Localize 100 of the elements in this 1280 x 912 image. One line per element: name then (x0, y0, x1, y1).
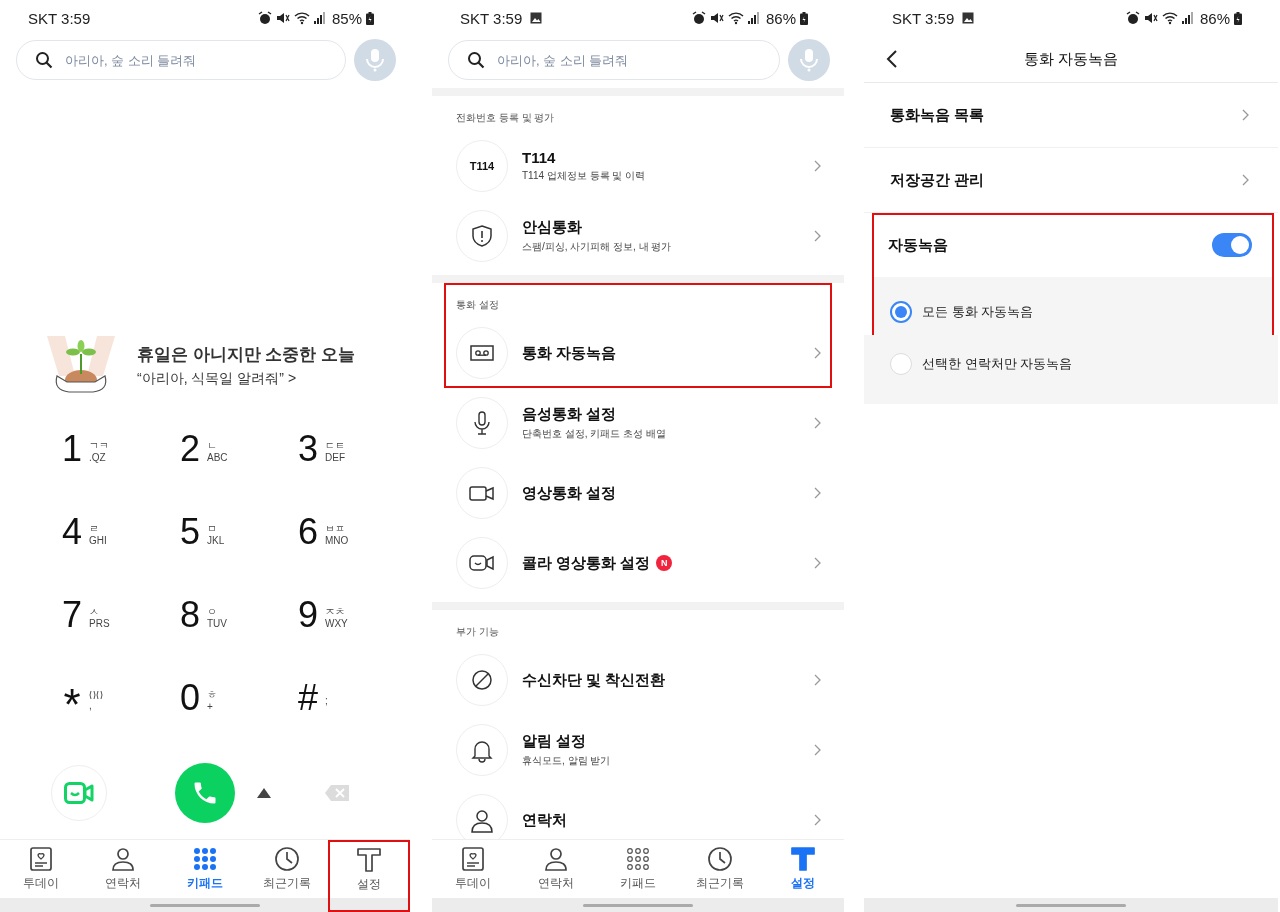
item-title: 음성통화 설정 (522, 405, 617, 424)
chevron-right-icon (814, 230, 822, 242)
search-field[interactable]: 아리아, 숲 소리 들려줘 (63, 51, 327, 69)
chevron-right-icon (814, 557, 822, 569)
chevron-right-icon (1242, 174, 1250, 186)
pause-wave-icon (89, 689, 103, 700)
battery-percent: 86% (765, 9, 796, 27)
heart-card-icon (460, 846, 487, 872)
battery-icon (366, 11, 374, 25)
signal-icon (1181, 12, 1194, 24)
chevron-right-icon (814, 744, 822, 756)
banner-title: 휴일은 아니지만 소중한 오늘 (137, 343, 356, 366)
video-camera-icon (64, 782, 94, 804)
settings-item[interactable]: 통화녹음 목록 (864, 83, 1278, 148)
settings-item[interactable]: 저장공간 관리 (864, 148, 1278, 213)
alarm-icon (1125, 11, 1140, 25)
wifi-icon (1161, 11, 1178, 25)
settings-item[interactable]: 음성통화 설정 단축번호 설정, 키패드 초성 배열 (432, 388, 844, 458)
item-title: 수신차단 및 착신전환 (522, 670, 666, 690)
battery-icon (800, 11, 808, 25)
item-subtitle: 스팸/피싱, 사기피해 정보, 내 평가 (522, 240, 673, 254)
battery-percent: 86% (1199, 9, 1230, 27)
mute-icon (1143, 11, 1158, 25)
status-time: SKT 3:59 (460, 9, 523, 27)
search-icon (35, 51, 53, 69)
keypad-icon (625, 846, 651, 872)
video-call-button[interactable] (51, 765, 107, 821)
toggle-label: 자동녹음 (888, 235, 948, 255)
nav-tab[interactable]: 설정 (328, 840, 410, 912)
settings-item[interactable]: 안심통화 스팸/피싱, 사기피해 정보, 내 평가 (432, 201, 844, 271)
clock-icon (274, 846, 300, 872)
search-icon (467, 51, 485, 69)
settings-item[interactable]: 수신차단 및 착신전환 (432, 645, 844, 715)
banner-link[interactable]: “아리아, 식목일 알려줘” > (137, 369, 356, 388)
signal-icon (747, 12, 760, 24)
new-badge: N (656, 555, 673, 571)
t-logo-icon (356, 846, 382, 873)
item-title: T114 (522, 149, 556, 166)
mute-icon (709, 11, 724, 25)
item-title: 연락처 (522, 810, 567, 830)
alarm-icon (257, 11, 272, 25)
option-label: 선택한 연락처만 자동녹음 (922, 354, 1073, 373)
toggle-switch[interactable] (1212, 233, 1252, 257)
page-title: 통화 자동녹음 (1023, 49, 1119, 69)
chevron-right-icon (814, 160, 822, 172)
item-title: 영상통화 설정 (522, 483, 617, 503)
radio-button[interactable] (890, 301, 912, 323)
item-title: 콜라 영상통화 설정 (522, 553, 651, 573)
section-header: 부가 기능 (455, 625, 500, 639)
settings-item[interactable]: 영상통화 설정 (432, 458, 844, 528)
heart-card-icon (28, 846, 54, 872)
person-icon (110, 846, 136, 872)
settings-item[interactable]: 알림 설정 휴식모드, 알림 받기 (432, 715, 844, 785)
shield-icon (469, 223, 495, 249)
keypad-key[interactable]: * , (28, 656, 146, 739)
chevron-right-icon (814, 487, 822, 499)
person-icon (542, 846, 569, 872)
chevron-right-icon (814, 417, 822, 429)
option-label: 모든 통화 자동녹음 (922, 303, 1034, 321)
item-title: 안심통화 (522, 218, 582, 237)
chevron-right-icon (814, 347, 822, 359)
clock-icon (707, 846, 734, 872)
wifi-icon (293, 11, 310, 25)
settings-item[interactable]: T114 T114 T114 업체정보 등록 및 이력 (432, 131, 844, 201)
back-icon[interactable] (886, 49, 898, 69)
section-header: 전화번호 등록 및 평가 (455, 111, 556, 125)
item-title: 통화 자동녹음 (522, 343, 617, 363)
alarm-icon (691, 11, 706, 25)
mute-icon (275, 11, 290, 25)
search-field[interactable]: 아리아, 숲 소리 들려줘 (495, 51, 761, 69)
keypad-icon (192, 846, 218, 872)
status-time: SKT 3:59 (28, 9, 91, 27)
microphone-icon (364, 48, 386, 72)
section-header: 통화 설정 (455, 298, 500, 312)
signal-icon (313, 12, 326, 24)
chevron-right-icon (814, 674, 822, 686)
call-button[interactable] (175, 763, 235, 823)
chevron-right-icon (1242, 109, 1250, 121)
expand-up-icon[interactable] (257, 788, 271, 798)
person-icon (469, 807, 495, 833)
battery-icon (1234, 11, 1242, 25)
t-logo-icon (789, 846, 816, 872)
keypad-key[interactable]: # ; (264, 656, 382, 739)
item-title: 알림 설정 (522, 732, 587, 751)
status-time: SKT 3:59 (892, 9, 955, 27)
microphone-icon (798, 48, 820, 72)
settings-item[interactable]: 콜라 영상통화 설정 N (432, 528, 844, 598)
settings-item[interactable]: 통화 자동녹음 (444, 318, 832, 388)
item-subtitle: T114 업체정보 등록 및 이력 (522, 169, 647, 183)
voice-button[interactable] (788, 39, 830, 81)
battery-percent: 85% (331, 9, 362, 27)
voice-button[interactable] (354, 39, 396, 81)
item-subtitle: 휴식모드, 알림 받기 (522, 754, 612, 768)
chevron-right-icon (814, 814, 822, 826)
t114-logo: T114 (469, 160, 495, 172)
backspace-icon[interactable] (325, 785, 349, 801)
plant-illustration (47, 336, 115, 394)
wifi-icon (727, 11, 744, 25)
block-icon (469, 667, 495, 693)
item-subtitle: 단축번호 설정, 키패드 초성 배열 (522, 427, 667, 441)
